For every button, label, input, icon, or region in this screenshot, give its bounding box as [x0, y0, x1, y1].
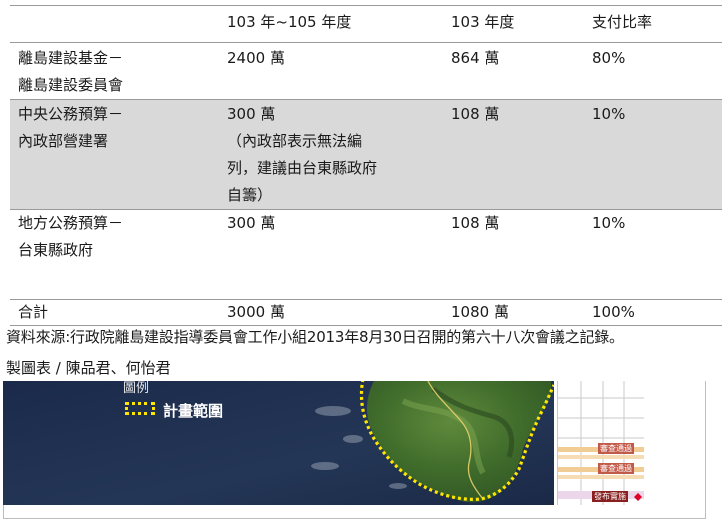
header-cell-year103: 103 年度	[451, 13, 515, 31]
schedule-tag: 發布實施	[592, 491, 628, 502]
period-amount: 2400 萬	[227, 49, 285, 67]
source-note: 資料來源:行政院離島建設指導委員會工作小組2013年8月30日召開的第六十八次會…	[6, 328, 624, 346]
year103-amount: 108 萬	[451, 105, 500, 123]
chart-credit: 製圖表 / 陳品君、何怡君	[6, 359, 171, 377]
payment-ratio: 10%	[592, 214, 626, 232]
period-amount-cell: 300 萬	[219, 210, 443, 300]
header-cell-source	[10, 6, 219, 43]
funding-source-line: 離島建設基金－	[18, 49, 124, 67]
total-year103: 1080 萬	[451, 303, 509, 321]
schedule-chart: 審查通過 審查通過 發布實施	[557, 381, 644, 505]
header-cell-period: 103 年~105 年度	[227, 13, 352, 31]
figure-frame-bottom	[3, 505, 706, 519]
period-amount-note: 列，建議由台東縣政府	[227, 159, 378, 177]
total-amount: 3000 萬	[227, 303, 285, 321]
map-graphic	[3, 381, 554, 505]
funding-source-cell: 中央公務預算－ 內政部營建署	[10, 100, 219, 210]
header-cell-ratio: 支付比率	[592, 13, 653, 31]
table-row: 地方公務預算－ 台東縣政府 300 萬 108 萬 10%	[10, 209, 722, 300]
period-amount-note: 自籌）	[227, 186, 273, 204]
schedule-tag: 審查通過	[598, 463, 634, 474]
figure-frame-right	[643, 381, 706, 505]
legend-label: 計畫範圍	[163, 402, 224, 420]
funding-source-line: 地方公務預算－	[18, 214, 124, 232]
period-amount-cell: 2400 萬	[219, 43, 443, 100]
payment-ratio: 80%	[592, 49, 626, 67]
payment-ratio: 10%	[592, 105, 626, 123]
budget-table: 103 年~105 年度 103 年度 支付比率 離島建設基金－ 離島建設委員會…	[10, 5, 722, 326]
legend-title: 圖例	[123, 381, 150, 396]
period-amount: 300 萬	[227, 105, 276, 123]
funding-source-line: 離島建設委員會	[18, 76, 124, 94]
period-amount: 300 萬	[227, 214, 276, 232]
funding-source-line: 台東縣政府	[18, 241, 94, 259]
funding-source-line: 內政部營建署	[18, 132, 109, 150]
period-amount-note: （內政部表示無法編	[227, 132, 363, 150]
total-label: 合計	[18, 303, 49, 321]
table-row: 中央公務預算－ 內政部營建署 300 萬 （內政部表示無法編 列，建議由台東縣政…	[10, 99, 722, 210]
funding-source-cell: 地方公務預算－ 台東縣政府	[10, 210, 219, 300]
funding-source-cell: 離島建設基金－ 離島建設委員會	[10, 43, 219, 100]
period-amount-cell: 300 萬 （內政部表示無法編 列，建議由台東縣政府 自籌）	[219, 100, 443, 210]
schedule-tag: 審查通過	[598, 443, 634, 454]
year103-amount: 864 萬	[451, 49, 500, 67]
total-ratio: 100%	[592, 303, 635, 321]
table-total-row: 合計 3000 萬 1080 萬 100%	[10, 299, 722, 326]
table-header-row: 103 年~105 年度 103 年度 支付比率	[10, 5, 722, 43]
table-row: 離島建設基金－ 離島建設委員會 2400 萬 864 萬 80%	[10, 42, 722, 100]
year103-amount: 108 萬	[451, 214, 500, 232]
funding-source-line: 中央公務預算－	[18, 105, 124, 123]
satellite-map: 圖例 計畫範圍	[3, 381, 554, 505]
legend-swatch-icon	[125, 402, 155, 415]
